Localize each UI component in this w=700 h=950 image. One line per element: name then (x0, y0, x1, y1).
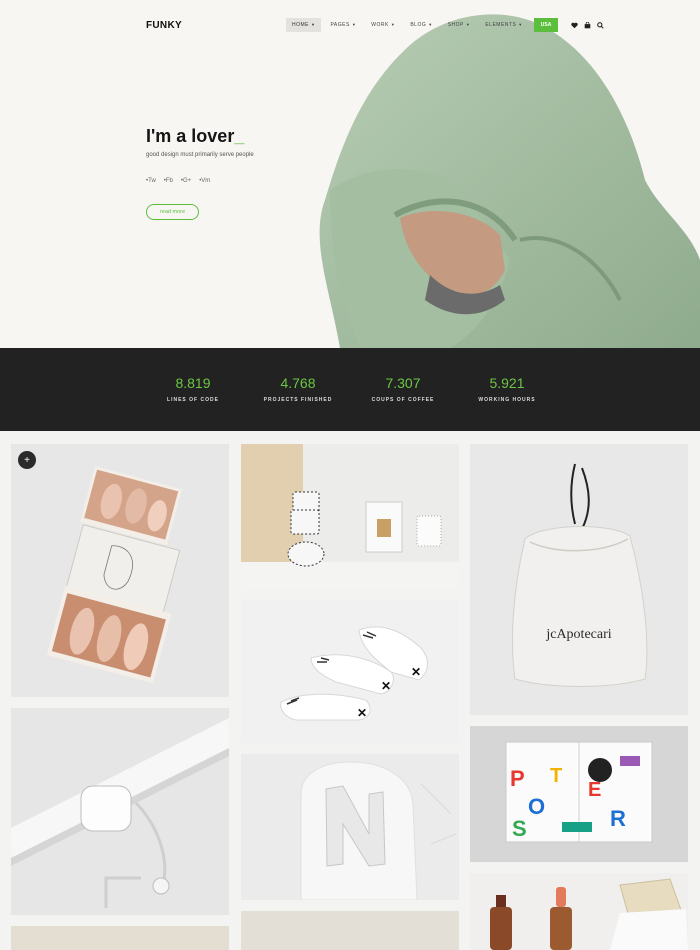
stat-projects-finished: 4.768 PROJECTS FINISHED (243, 375, 353, 403)
chevron-down-icon: ▼ (351, 22, 357, 27)
stat-label: LINES OF CODE (167, 397, 219, 403)
search-icon[interactable] (594, 19, 606, 31)
nav-label-elements: ELEMENTS (485, 22, 517, 28)
nav-label-shop: SHOP (447, 22, 464, 28)
drawstring-bag-image: jcApotecari (470, 444, 688, 715)
site-logo[interactable]: FUNKY (146, 20, 182, 31)
cups-image (241, 444, 459, 589)
poster-letter: E (588, 779, 601, 801)
social-link-vimeo[interactable]: •Vm (199, 178, 210, 184)
heart-icon[interactable] (568, 19, 580, 31)
stat-working-hours: 5.921 WORKING HOURS (452, 375, 562, 403)
nav-label-blog: BLOG (410, 22, 427, 28)
hero-section: FUNKY HOME ▼ PAGES ▼ WORK ▼ BLOG ▼ SHOP ▼ ELE… (0, 0, 700, 348)
letter-n-image (241, 754, 459, 900)
social-label: Tw (148, 178, 156, 184)
hero-title: I'm a lover_ (146, 126, 244, 147)
portfolio-item-partial-1[interactable] (11, 926, 229, 950)
stat-value: 7.307 (385, 375, 421, 391)
stat-label: COUPS OF COFFEE (371, 397, 435, 403)
nav-item-elements[interactable]: ELEMENTS ▼ (479, 18, 528, 32)
poster-letter: P (510, 766, 525, 791)
poster-letter: O (528, 794, 545, 819)
stat-value: 8.819 (175, 375, 211, 391)
stat-value: 5.921 (489, 375, 525, 391)
social-link-facebook[interactable]: •Fb (164, 178, 173, 184)
poster-book-image: P O S T E R (470, 726, 688, 862)
portfolio-item-bag[interactable]: jcApotecari (470, 444, 688, 715)
chevron-down-icon: ▼ (390, 22, 396, 27)
social-label: Vm (201, 178, 211, 184)
stats-section: 8.819 LINES OF CODE 4.768 PROJECTS FINIS… (0, 348, 700, 431)
stat-value: 4.768 (280, 375, 316, 391)
poster-letter: R (610, 806, 626, 831)
portfolio-item-bottles[interactable] (470, 873, 688, 950)
portfolio-item-sneakers[interactable]: ✕ ✕ ✕ (241, 600, 459, 743)
chevron-down-icon: ▼ (518, 22, 523, 27)
nav-item-blog[interactable]: BLOG ▼ (404, 18, 438, 32)
svg-text:✕: ✕ (411, 665, 421, 679)
bag-brand-text: jcApotecari (545, 627, 611, 642)
nav-cta-button[interactable]: USA (533, 18, 559, 32)
hook-image (11, 708, 229, 915)
bottles-image (470, 873, 688, 950)
main-nav: HOME ▼ PAGES ▼ WORK ▼ BLOG ▼ SHOP ▼ ELEMENTS ▼… (286, 18, 607, 32)
hero-subtitle: good design must primarily serve people (146, 152, 254, 158)
bag-icon[interactable] (581, 19, 593, 31)
nav-label-pages: PAGES (330, 22, 350, 28)
poster-letter: T (550, 765, 562, 787)
svg-text:✕: ✕ (357, 706, 367, 720)
stat-lines-of-code: 8.819 LINES OF CODE (138, 375, 248, 403)
nav-item-work[interactable]: WORK ▼ (365, 18, 401, 32)
stat-label: WORKING HOURS (478, 397, 536, 403)
chevron-down-icon: ▼ (465, 22, 471, 27)
sneakers-image: ✕ ✕ ✕ (241, 600, 459, 743)
social-label: G+ (183, 178, 192, 184)
social-label: Fb (165, 178, 173, 184)
nav-item-home[interactable]: HOME ▼ (286, 18, 322, 32)
portfolio-item-books[interactable] (11, 444, 229, 697)
nav-item-pages[interactable]: PAGES ▼ (324, 18, 362, 32)
social-link-googleplus[interactable]: •G+ (181, 178, 191, 184)
portfolio-item-partial-2[interactable] (241, 911, 459, 950)
portfolio-item-cups[interactable] (241, 444, 459, 589)
portfolio-item-letter-n[interactable] (241, 754, 459, 900)
books-image (46, 465, 182, 684)
hero-hoodie-image (319, 14, 700, 348)
nav-item-shop[interactable]: SHOP ▼ (442, 18, 477, 32)
social-link-twitter[interactable]: •Tw (146, 178, 156, 184)
portfolio-item-hook[interactable] (11, 708, 229, 915)
filter-toggle-button[interactable]: + (18, 451, 36, 469)
read-more-button[interactable]: read more (146, 204, 199, 220)
svg-text:✕: ✕ (381, 679, 391, 693)
typing-cursor: _ (234, 126, 245, 146)
chevron-down-icon: ▼ (428, 22, 433, 27)
social-links: •Tw •Fb •G+ •Vm (146, 178, 218, 184)
nav-label-work: WORK (371, 22, 389, 28)
stat-coups-of-coffee: 7.307 COUPS OF COFFEE (348, 375, 458, 403)
poster-letter: S (512, 816, 527, 841)
hero-title-text: I'm a lover (146, 126, 235, 146)
stat-label: PROJECTS FINISHED (263, 397, 333, 403)
chevron-down-icon: ▼ (311, 22, 316, 27)
nav-label-home: HOME (292, 22, 309, 28)
portfolio-item-poster[interactable]: P O S T E R (470, 726, 688, 862)
